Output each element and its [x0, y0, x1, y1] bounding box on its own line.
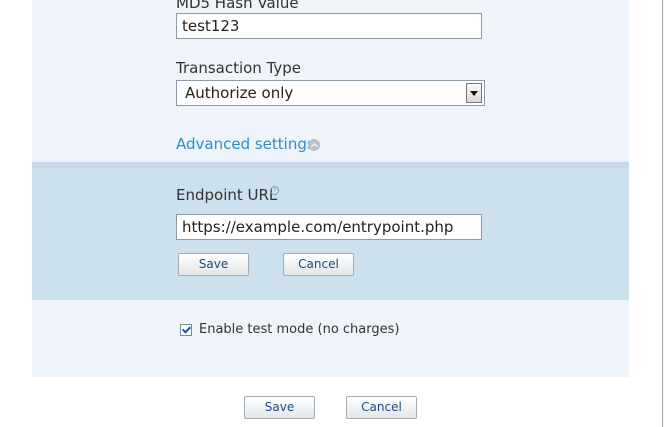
cancel-button[interactable]: Cancel [346, 396, 417, 419]
md5-input[interactable]: test123 [176, 13, 482, 39]
transaction-type-select[interactable]: Authorize only [176, 80, 485, 106]
md5-label: MD5 Hash Value [176, 0, 299, 12]
endpoint-url-input[interactable]: https://example.com/entrypoint.php [176, 214, 482, 240]
transaction-type-value: Authorize only [185, 84, 294, 102]
question-mark-icon[interactable]: ? [270, 186, 279, 195]
advanced-cancel-button[interactable]: Cancel [283, 253, 354, 276]
endpoint-url-label: Endpoint URL [176, 186, 278, 204]
advanced-settings-link[interactable]: Advanced settings [176, 135, 315, 153]
chevron-up-circle-icon[interactable] [308, 139, 320, 151]
advanced-save-button[interactable]: Save [178, 253, 249, 276]
test-mode-panel [32, 300, 629, 377]
test-mode-checkbox[interactable] [180, 324, 192, 336]
window-edge [662, 0, 663, 427]
save-button[interactable]: Save [244, 396, 315, 419]
dropdown-arrow-icon[interactable] [466, 83, 482, 103]
test-mode-label: Enable test mode (no charges) [199, 322, 400, 337]
transaction-type-label: Transaction Type [176, 59, 302, 77]
